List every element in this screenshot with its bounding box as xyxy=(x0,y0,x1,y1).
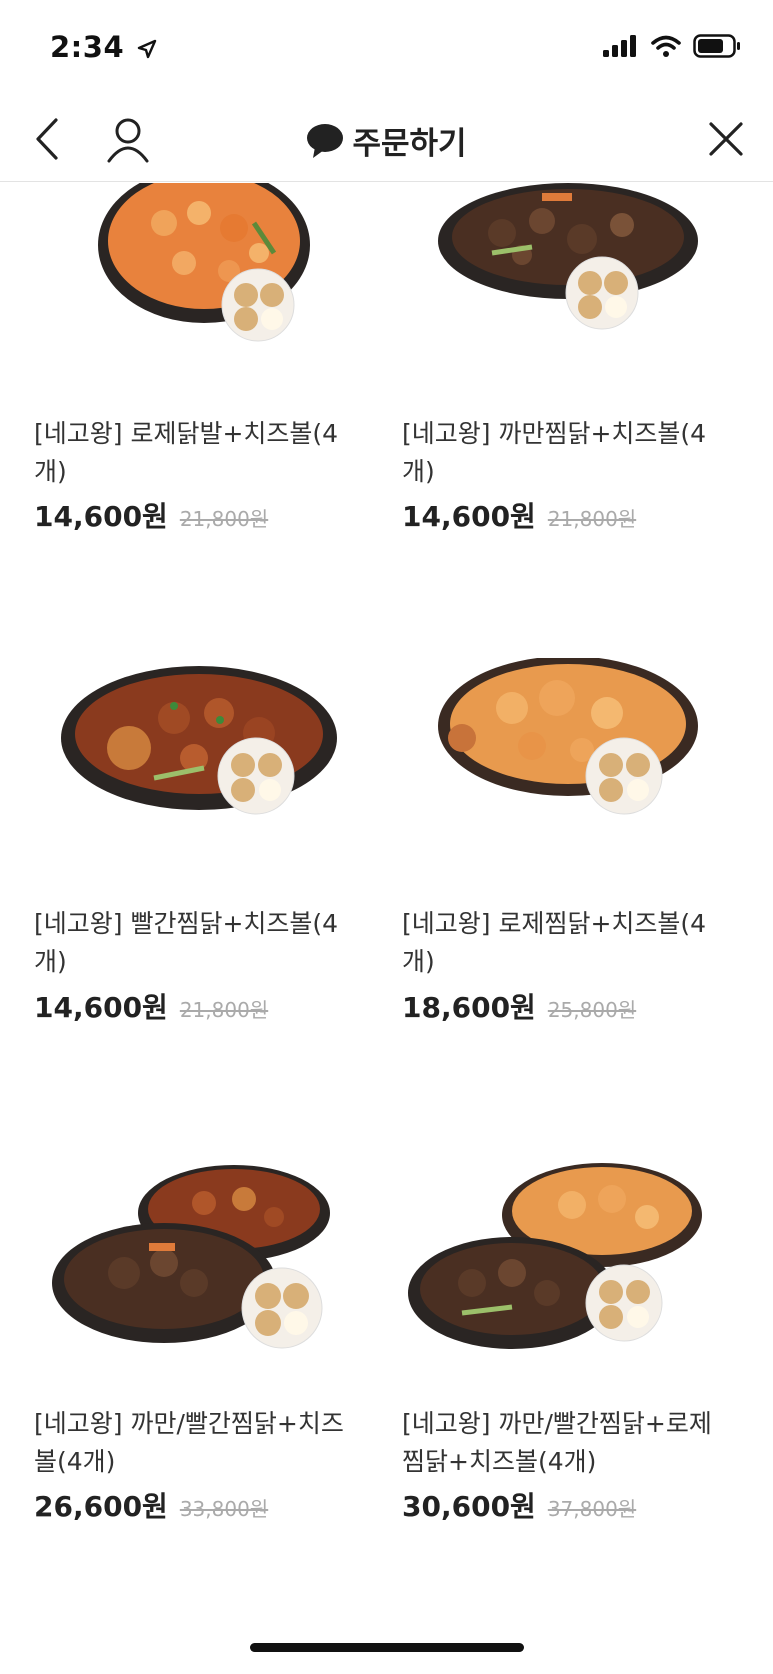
product-price: 14,600원 21,800원 xyxy=(402,495,636,535)
status-bar: 2:34 xyxy=(0,0,773,95)
wifi-icon xyxy=(651,35,681,57)
status-time: 2:34 xyxy=(50,30,157,64)
cellular-signal-icon xyxy=(603,35,636,57)
product-image[interactable] xyxy=(402,658,742,848)
product-image[interactable] xyxy=(34,1143,374,1373)
product-name[interactable]: [네고왕] 로제닭발+치즈볼(4개) xyxy=(34,415,364,491)
original-price: 21,800원 xyxy=(547,507,637,531)
location-arrow-icon xyxy=(137,39,156,59)
product-name[interactable]: [네고왕] 로제찜닭+치즈볼(4개) xyxy=(402,905,732,981)
original-price: 21,800원 xyxy=(179,507,269,531)
product-price: 30,600원 37,800원 xyxy=(402,1485,636,1525)
product-name[interactable]: [네고왕] 까만/빨간찜닭+치즈볼(4개) xyxy=(34,1405,364,1481)
product-card[interactable]: [네고왕] 까만/빨간찜닭+치즈볼(4개) 26,600원 33,800원 xyxy=(34,1143,374,1543)
close-icon xyxy=(709,122,743,156)
sale-price: 14,600원 xyxy=(402,500,536,533)
product-card[interactable]: [네고왕] 까만/빨간찜닭+로제찜닭+치즈볼(4개) 30,600원 37,80… xyxy=(402,1143,742,1543)
product-card[interactable]: [네고왕] 까만찜닭+치즈볼(4개) 14,600원 21,800원 xyxy=(402,183,742,563)
sale-price: 14,600원 xyxy=(34,991,168,1024)
product-image[interactable] xyxy=(34,183,374,353)
product-price: 14,600원 21,800원 xyxy=(34,986,268,1026)
product-list: [네고왕] 로제닭발+치즈볼(4개) 14,600원 21,800원 [네고왕]… xyxy=(0,183,773,1674)
chat-bubble-icon xyxy=(307,123,344,158)
sale-price: 18,600원 xyxy=(402,991,536,1024)
status-indicators xyxy=(603,34,741,58)
product-card[interactable]: [네고왕] 로제닭발+치즈볼(4개) 14,600원 21,800원 xyxy=(34,183,374,563)
product-image[interactable] xyxy=(402,183,742,353)
nav-bar: 주문하기 xyxy=(0,100,773,182)
product-image[interactable] xyxy=(34,658,374,848)
product-name[interactable]: [네고왕] 까만/빨간찜닭+로제찜닭+치즈볼(4개) xyxy=(402,1405,732,1481)
sale-price: 30,600원 xyxy=(402,1490,536,1523)
page-title-text: 주문하기 xyxy=(352,126,467,162)
original-price: 33,800원 xyxy=(179,1497,269,1521)
product-image[interactable] xyxy=(402,1143,742,1373)
sale-price: 26,600원 xyxy=(34,1490,168,1523)
product-price: 14,600원 21,800원 xyxy=(34,495,268,535)
page-title: 주문하기 xyxy=(0,118,773,163)
original-price: 25,800원 xyxy=(547,998,637,1022)
product-name[interactable]: [네고왕] 빨간찜닭+치즈볼(4개) xyxy=(34,905,364,981)
product-price: 18,600원 25,800원 xyxy=(402,986,636,1026)
product-card[interactable]: [네고왕] 로제찜닭+치즈볼(4개) 18,600원 25,800원 xyxy=(402,658,742,1048)
product-card[interactable]: [네고왕] 빨간찜닭+치즈볼(4개) 14,600원 21,800원 xyxy=(34,658,374,1048)
product-price: 26,600원 33,800원 xyxy=(34,1485,268,1525)
home-indicator[interactable] xyxy=(250,1643,524,1652)
original-price: 21,800원 xyxy=(179,998,269,1022)
product-name[interactable]: [네고왕] 까만찜닭+치즈볼(4개) xyxy=(402,415,732,491)
close-button[interactable] xyxy=(701,114,751,164)
original-price: 37,800원 xyxy=(547,1497,637,1521)
sale-price: 14,600원 xyxy=(34,500,168,533)
battery-icon xyxy=(693,34,740,58)
